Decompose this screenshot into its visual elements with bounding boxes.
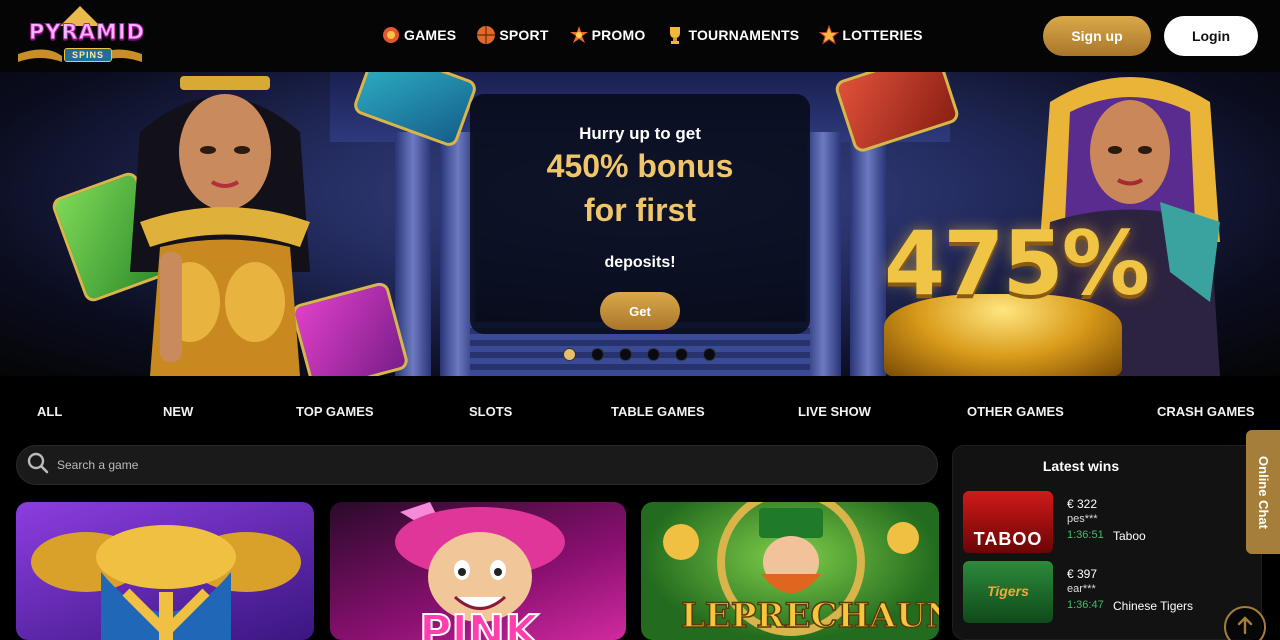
- promo-deposits-text: deposits!: [604, 254, 676, 271]
- tab-new[interactable]: NEW: [163, 404, 193, 419]
- scroll-to-top-button[interactable]: [1224, 606, 1266, 640]
- tab-all[interactable]: ALL: [37, 404, 62, 419]
- main-nav: GAMES SPORT PROMO TOURNAMENTS LOTTERIES: [380, 20, 923, 50]
- login-button[interactable]: Login: [1164, 16, 1258, 56]
- tab-top-games[interactable]: TOP GAMES: [296, 404, 374, 419]
- sign-up-button[interactable]: Sign up: [1043, 16, 1151, 56]
- online-chat-label: Online Chat: [1255, 455, 1271, 529]
- arrow-up-icon: [1235, 615, 1255, 640]
- promo-banner: 475% Hurry up to get 450% bonus for firs…: [0, 72, 1280, 376]
- tab-slots[interactable]: SLOTS: [469, 404, 512, 419]
- win-amount: € 397: [1067, 567, 1098, 581]
- nav-lotteries[interactable]: LOTTERIES: [818, 20, 922, 50]
- carousel-dot[interactable]: [619, 348, 632, 361]
- nav-games[interactable]: GAMES: [380, 20, 456, 50]
- game-card[interactable]: LEPRECHAUN: [641, 502, 939, 640]
- golden-pots-game-art: [31, 525, 301, 640]
- tab-live-show[interactable]: LIVE SHOW: [798, 404, 871, 419]
- promo-bonus-condition: for first: [584, 192, 696, 228]
- tab-crash-games[interactable]: CRASH GAMES: [1157, 404, 1255, 419]
- pyramid-spins-logo[interactable]: PYRAMID SPINS: [16, 4, 146, 70]
- tab-table-games[interactable]: TABLE GAMES: [611, 404, 705, 419]
- nav-lotteries-label: LOTTERIES: [842, 27, 923, 43]
- promo-burst-icon: [568, 24, 590, 46]
- thumbnail-label: Tigers: [987, 583, 1029, 599]
- temple-pillar: [850, 132, 886, 376]
- win-time: 1:36:51: [1067, 529, 1104, 541]
- search-input[interactable]: [57, 458, 857, 472]
- temple-pillar: [805, 132, 841, 376]
- promo-headline: Hurry up to get: [579, 124, 701, 143]
- win-game-thumbnail: TABOO: [963, 491, 1053, 553]
- trophy-icon: [664, 24, 686, 46]
- online-chat-tab[interactable]: Online Chat: [1246, 430, 1280, 554]
- win-game-thumbnail: Tigers: [963, 561, 1053, 623]
- win-game-name: Chinese Tigers: [1113, 599, 1194, 613]
- star-icon: [818, 24, 840, 46]
- bonus-promo-card: Hurry up to get 450% bonus for first dep…: [470, 94, 810, 334]
- carousel-dot[interactable]: [563, 348, 576, 361]
- latest-wins-panel: Latest wins TABOO € 322 pes*** 1:36:51 T…: [952, 445, 1262, 640]
- logo-wordmark: PYRAMID: [28, 20, 146, 45]
- win-username: ear***: [1067, 583, 1096, 595]
- nav-sport-label: SPORT: [499, 27, 549, 43]
- basketball-icon: [475, 24, 497, 46]
- game-category-tabs: ALL NEW TOP GAMES SLOTS TABLE GAMES LIVE…: [0, 396, 1280, 430]
- game-card[interactable]: PINK: [330, 502, 626, 640]
- bonus-percent-graphic: 475%: [884, 212, 1150, 315]
- carousel-dot[interactable]: [675, 348, 688, 361]
- game-search-bar[interactable]: [16, 445, 938, 485]
- nav-promo[interactable]: PROMO: [568, 20, 646, 50]
- carousel-dot[interactable]: [591, 348, 604, 361]
- latest-wins-title: Latest wins: [1042, 458, 1120, 474]
- logo-subtitle: SPINS: [64, 48, 112, 62]
- win-time: 1:36:47: [1067, 599, 1104, 611]
- get-bonus-button[interactable]: Get: [600, 292, 680, 330]
- win-game-name: Taboo: [1113, 529, 1146, 543]
- thumbnail-label: TABOO: [973, 529, 1043, 549]
- carousel-dots: [563, 348, 716, 361]
- nav-tournaments[interactable]: TOURNAMENTS: [664, 20, 799, 50]
- games-chip-icon: [380, 24, 402, 46]
- game-title: LEPRECHAUN: [680, 595, 939, 637]
- latest-win-item[interactable]: Tigers € 397 ear*** 1:36:47 Chinese Tige…: [963, 561, 1243, 623]
- promo-bonus-amount: 450% bonus: [546, 148, 734, 184]
- nav-sport[interactable]: SPORT: [475, 20, 548, 50]
- tab-other-games[interactable]: OTHER GAMES: [967, 404, 1064, 419]
- latest-win-item[interactable]: TABOO € 322 pes*** 1:36:51 Taboo: [963, 491, 1243, 553]
- nav-tournaments-label: TOURNAMENTS: [688, 27, 800, 43]
- carousel-dot[interactable]: [703, 348, 716, 361]
- search-icon: [27, 452, 49, 479]
- site-header: PYRAMID SPINS GAMES SPORT PROMO TOURNAME…: [0, 0, 1280, 72]
- game-title: PINK: [418, 605, 540, 640]
- nav-games-label: GAMES: [404, 27, 457, 43]
- win-username: pes***: [1067, 513, 1098, 525]
- win-amount: € 322: [1067, 497, 1098, 511]
- nav-promo-label: PROMO: [591, 27, 646, 43]
- carousel-dot[interactable]: [647, 348, 660, 361]
- game-card[interactable]: [16, 502, 314, 640]
- cleopatra-left-image: [130, 76, 310, 376]
